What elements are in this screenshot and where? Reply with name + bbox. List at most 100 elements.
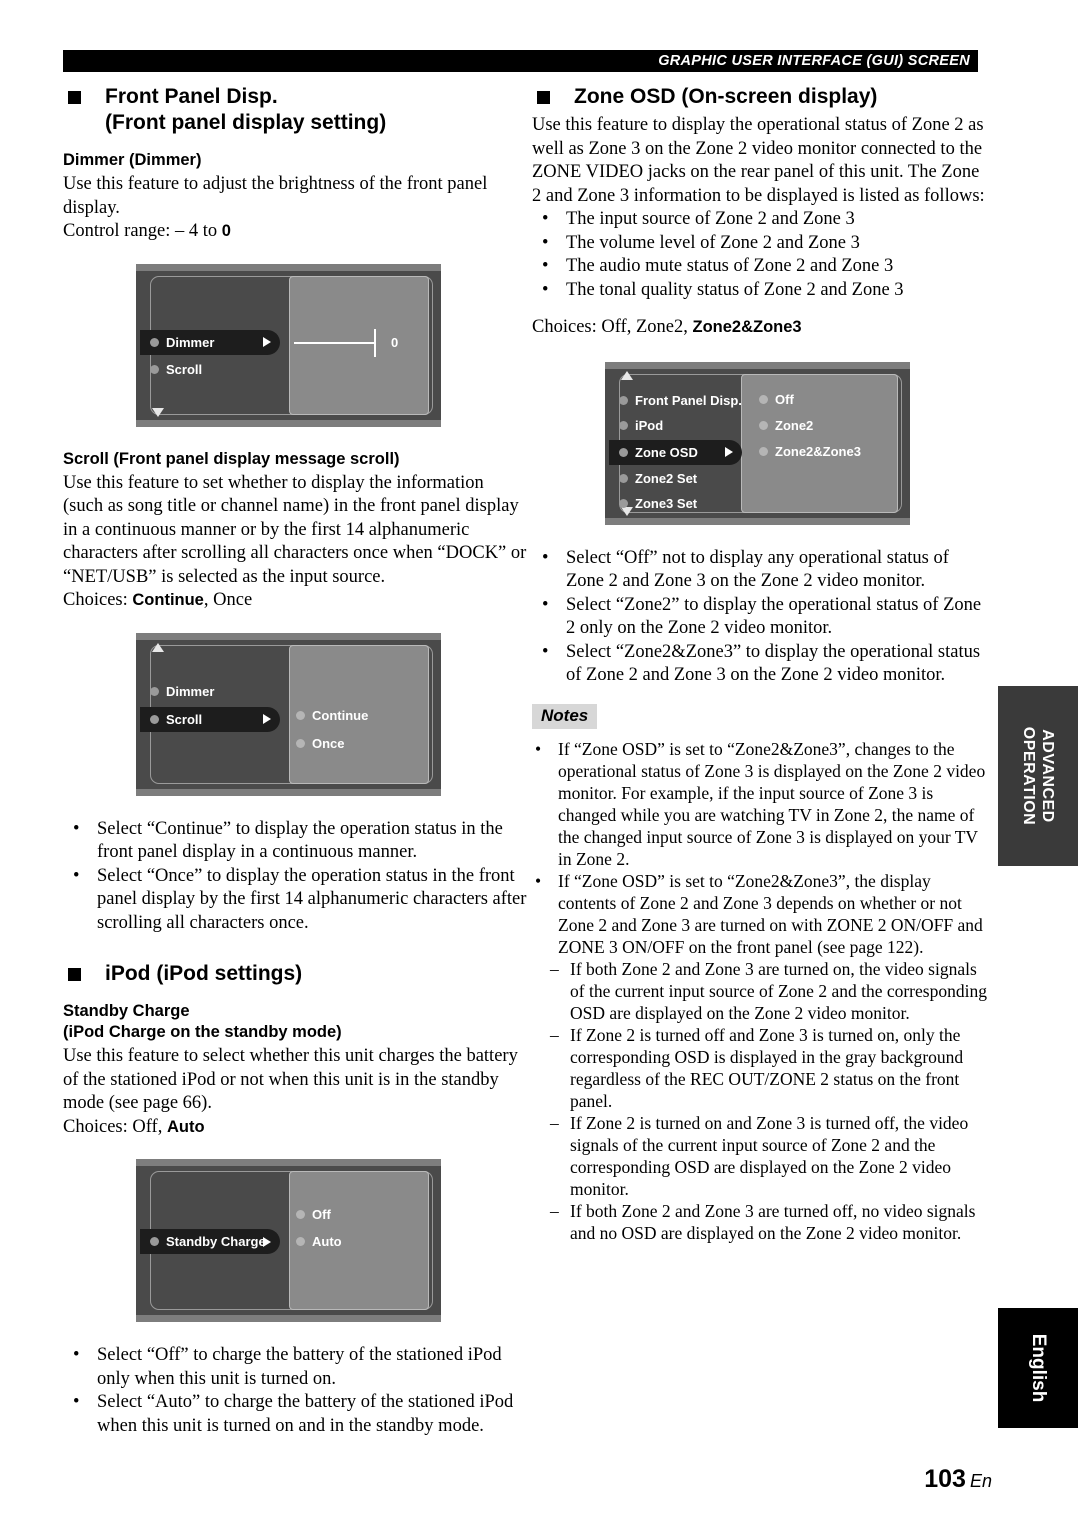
gui-menu-item-zone2-set[interactable]: Zone2 Set bbox=[619, 468, 697, 490]
scroll-down-arrow-icon[interactable] bbox=[152, 407, 164, 417]
right-arrow-icon bbox=[263, 714, 271, 724]
zone-osd-body: Use this feature to display the operatio… bbox=[532, 115, 985, 206]
bullet-dot-icon bbox=[619, 474, 628, 483]
list-item-text: If Zone 2 is turned off and Zone 3 is tu… bbox=[570, 1024, 964, 1111]
gui-right-pane bbox=[288, 275, 429, 415]
bullet-dot-icon bbox=[296, 1237, 305, 1246]
bullet-dot-icon bbox=[619, 396, 628, 405]
scroll-choices-rest: , Once bbox=[203, 590, 253, 610]
gui-bottom-bar bbox=[605, 517, 910, 525]
bullet-dot-icon bbox=[759, 446, 768, 456]
right-column: Zone OSD (On-screen display) Use this fe… bbox=[532, 84, 987, 1244]
gui-option-off[interactable]: Off bbox=[296, 1207, 331, 1222]
list-item-text: Select “Off” to charge the battery of th… bbox=[97, 1345, 502, 1389]
gui-option-off[interactable]: Off bbox=[759, 392, 794, 407]
bullet-dot-icon bbox=[150, 714, 159, 724]
bullet-dot-icon bbox=[150, 337, 159, 347]
list-item-text: If both Zone 2 and Zone 3 are turned on,… bbox=[570, 958, 987, 1023]
list-item: • Select “Zone2” to display the operation… bbox=[532, 594, 987, 641]
gui-option-once[interactable]: Once bbox=[296, 736, 345, 751]
section-title-line1: Front Panel Disp. bbox=[105, 85, 278, 108]
gui-option-zone2[interactable]: Zone2 bbox=[759, 418, 813, 433]
gui-menu-item-dimmer[interactable]: Dimmer bbox=[150, 681, 214, 703]
bullet-dot-icon bbox=[150, 687, 159, 696]
list-item: • If “Zone OSD” is set to “Zone2&Zone3”, … bbox=[532, 738, 987, 870]
zone-osd-choices: Choices: Off, Zone2, Zone2&Zone3 bbox=[532, 316, 987, 340]
gui-bottom-bar bbox=[136, 419, 441, 427]
gui-menu-item-front-panel-disp[interactable]: Front Panel Disp. bbox=[619, 390, 742, 412]
gui-option-auto[interactable]: Auto bbox=[296, 1234, 342, 1249]
side-tab-english: English bbox=[998, 1308, 1078, 1428]
gui-menu-item-zone3-set[interactable]: Zone3 Set bbox=[619, 493, 697, 515]
gui-menu-item-label: Dimmer bbox=[166, 684, 215, 699]
bullet-icon: • bbox=[542, 279, 549, 300]
scroll-body: Use this feature to set whether to displ… bbox=[63, 472, 527, 587]
gui-menu-item-zone-osd[interactable]: Zone OSD bbox=[609, 439, 742, 465]
slider-knob[interactable] bbox=[374, 328, 376, 357]
notes-label: Notes bbox=[532, 703, 598, 729]
gui-menu-item-label: Front Panel Disp. bbox=[635, 393, 742, 408]
side-tab-label: English bbox=[1028, 1333, 1049, 1403]
list-item: • Select “Once” to display the operation … bbox=[63, 865, 528, 936]
scroll-up-arrow-icon[interactable] bbox=[152, 642, 164, 652]
bullet-icon: • bbox=[73, 818, 80, 839]
bullet-dot-icon bbox=[296, 738, 305, 748]
bullet-dot-icon bbox=[150, 1237, 159, 1246]
gui-menu-item-label: Dimmer bbox=[166, 334, 215, 350]
list-item-text: The audio mute status of Zone 2 and Zone… bbox=[566, 256, 894, 276]
gui-menu-item-label: Zone2 Set bbox=[635, 471, 698, 486]
gui-menu-item-scroll[interactable]: Scroll bbox=[140, 706, 280, 732]
list-item-text: Select “Once” to display the operation s… bbox=[97, 865, 527, 933]
gui-option-continue[interactable]: Continue bbox=[296, 708, 368, 723]
gui-menu-item-ipod[interactable]: iPod bbox=[619, 415, 663, 437]
dash-icon: – bbox=[550, 1024, 559, 1045]
bullet-dot-icon bbox=[759, 420, 768, 430]
scroll-choices: Choices: Continue, Once bbox=[63, 589, 528, 613]
list-item: – If Zone 2 is turned on and Zone 3 is tu… bbox=[532, 1112, 987, 1200]
list-item-text: Select “Auto” to charge the battery of t… bbox=[97, 1392, 514, 1436]
list-item-text: Select “Zone2&Zone3” to display the oper… bbox=[566, 641, 981, 686]
right-arrow-icon bbox=[263, 1236, 271, 1247]
list-item-text: The tonal quality status of Zone 2 and Z… bbox=[566, 279, 904, 300]
list-item: • The audio mute status of Zone 2 and Zon… bbox=[532, 255, 987, 279]
section-heading-zone-osd: Zone OSD (On-screen display) bbox=[532, 84, 987, 110]
gui-menu-item-label: Zone OSD bbox=[635, 444, 698, 460]
right-arrow-icon bbox=[725, 447, 733, 457]
side-tab-line2: OPERATION bbox=[1020, 726, 1037, 826]
scroll-choices-label: Choices: bbox=[63, 590, 133, 610]
bullet-icon: • bbox=[73, 1392, 80, 1412]
scroll-up-arrow-icon[interactable] bbox=[621, 370, 633, 380]
side-tab-advanced-operation: ADVANCED OPERATION bbox=[998, 686, 1078, 866]
zone-osd-info-list: • The input source of Zone 2 and Zone 3 •… bbox=[532, 208, 987, 302]
gui-menu-item-dimmer[interactable]: Dimmer bbox=[140, 329, 280, 355]
gui-option-label: Off bbox=[312, 1207, 331, 1222]
list-item: • Select “Continue” to display the operat… bbox=[63, 818, 528, 865]
subheading-scroll: Scroll (Front panel display message scro… bbox=[63, 449, 400, 468]
bullet-icon: • bbox=[542, 209, 549, 229]
gui-top-bar bbox=[605, 361, 910, 369]
gui-menu-item-label: Scroll bbox=[166, 711, 203, 727]
gui-menu-item-scroll[interactable]: Scroll bbox=[150, 359, 202, 381]
gui-screen-standby-charge: Standby Charge Off Auto bbox=[136, 1159, 441, 1322]
gui-menu-item-label: Scroll bbox=[166, 362, 203, 377]
bullet-dot-icon bbox=[619, 499, 628, 508]
gui-option-zone2-zone3[interactable]: Zone2&Zone3 bbox=[759, 444, 861, 459]
standby-choices-label: Choices: Off, bbox=[63, 1116, 167, 1137]
gui-screen-scroll: Dimmer Scroll Continue Once bbox=[136, 632, 441, 796]
control-range-label: Control range: – 4 to bbox=[63, 221, 222, 241]
gui-top-bar bbox=[136, 1159, 441, 1166]
list-item-text: If Zone 2 is turned on and Zone 3 is tur… bbox=[570, 1112, 969, 1199]
bullet-dot-icon bbox=[619, 421, 628, 430]
gui-bottom-bar bbox=[136, 1315, 441, 1322]
bullet-dot-icon bbox=[619, 447, 628, 457]
gui-menu-item-standby-charge[interactable]: Standby Charge bbox=[140, 1229, 280, 1254]
dash-icon: – bbox=[550, 1200, 559, 1221]
list-item-text: Select “Continue” to display the operati… bbox=[97, 818, 503, 863]
square-bullet-icon bbox=[68, 91, 81, 104]
bullet-icon: • bbox=[73, 1345, 80, 1365]
gui-option-label: Off bbox=[775, 391, 794, 407]
list-item: – If both Zone 2 and Zone 3 are turned on… bbox=[532, 958, 987, 1024]
running-header-bar: GRAPHIC USER INTERFACE (GUI) SCREEN bbox=[63, 50, 978, 72]
bullet-icon: • bbox=[542, 547, 549, 568]
gui-top-bar bbox=[136, 263, 441, 271]
